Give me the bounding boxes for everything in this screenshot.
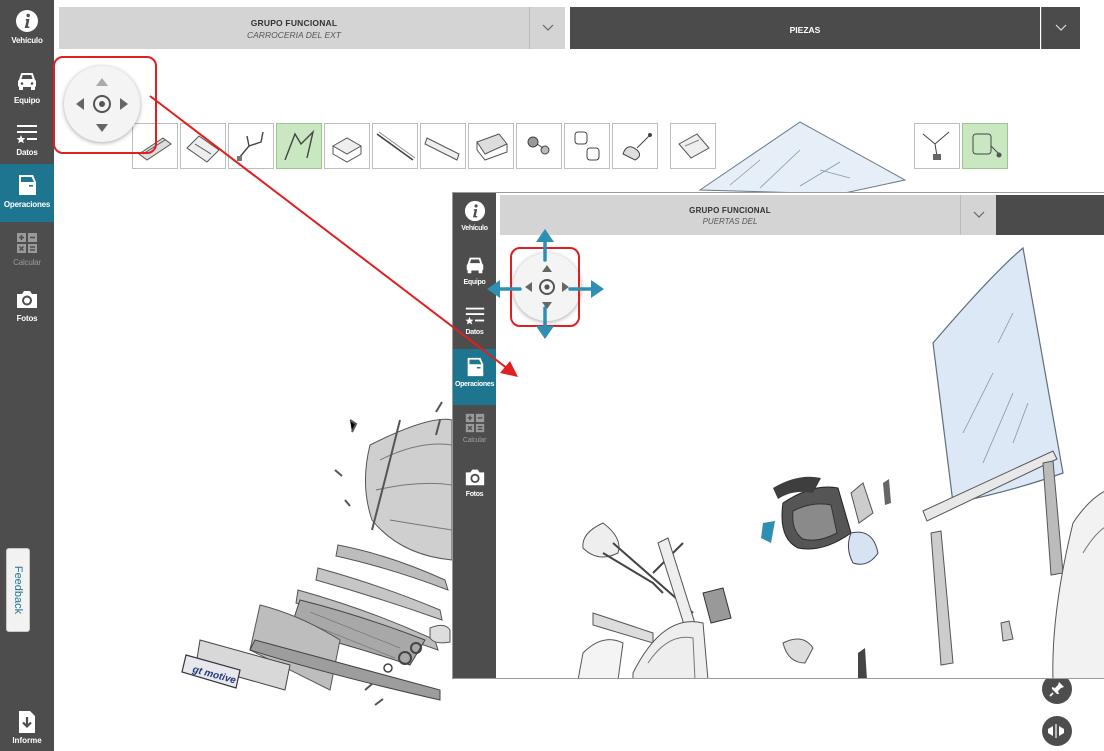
thumbnail-part[interactable] — [612, 123, 658, 169]
clip-part-icon — [527, 136, 550, 155]
screen: Vehículo Equipo Datos Operaciones Calcul… — [0, 0, 1104, 751]
antenna-part-icon — [622, 133, 652, 161]
zoomed-screenshot-overlay: Vehículo Equipo Datos Operaciones Calcul… — [452, 192, 1104, 679]
thumbnail-part[interactable] — [516, 123, 562, 169]
thumbnail-part[interactable] — [180, 123, 226, 169]
compare-view-button[interactable] — [1042, 716, 1072, 746]
module-part-icon — [331, 137, 363, 163]
thumbnail-part[interactable] — [914, 123, 960, 169]
panel-part-icon — [678, 133, 710, 159]
airbag-part-icon — [476, 133, 508, 161]
sensor-part-icon — [972, 133, 1002, 158]
compare-icon — [1048, 724, 1064, 738]
highlight-box-zoomed — [510, 247, 580, 327]
thumbnail-part[interactable] — [670, 123, 716, 169]
wiper-part-icon — [376, 131, 416, 161]
feedback-tab[interactable]: Feedback — [6, 548, 30, 632]
thumbnail-part[interactable] — [372, 123, 418, 169]
thumbnail-part-selected[interactable] — [962, 123, 1008, 169]
thumbnail-part[interactable] — [420, 123, 466, 169]
thumbnail-part[interactable] — [324, 123, 370, 169]
feedback-label: Feedback — [12, 565, 24, 615]
bracket-part-icon — [186, 135, 220, 163]
thumbnail-part[interactable] — [468, 123, 514, 169]
harness-part-icon — [922, 131, 950, 160]
thumbnail-part[interactable] — [228, 123, 274, 169]
thumbnail-part-selected[interactable] — [276, 123, 322, 169]
wiring-part-icon — [237, 131, 264, 161]
strip-part-icon — [424, 137, 460, 161]
highlight-box-main — [53, 56, 157, 154]
handle-part-icon — [574, 131, 600, 161]
seal-part-icon — [284, 129, 315, 161]
thumbnail-part[interactable] — [564, 123, 610, 169]
